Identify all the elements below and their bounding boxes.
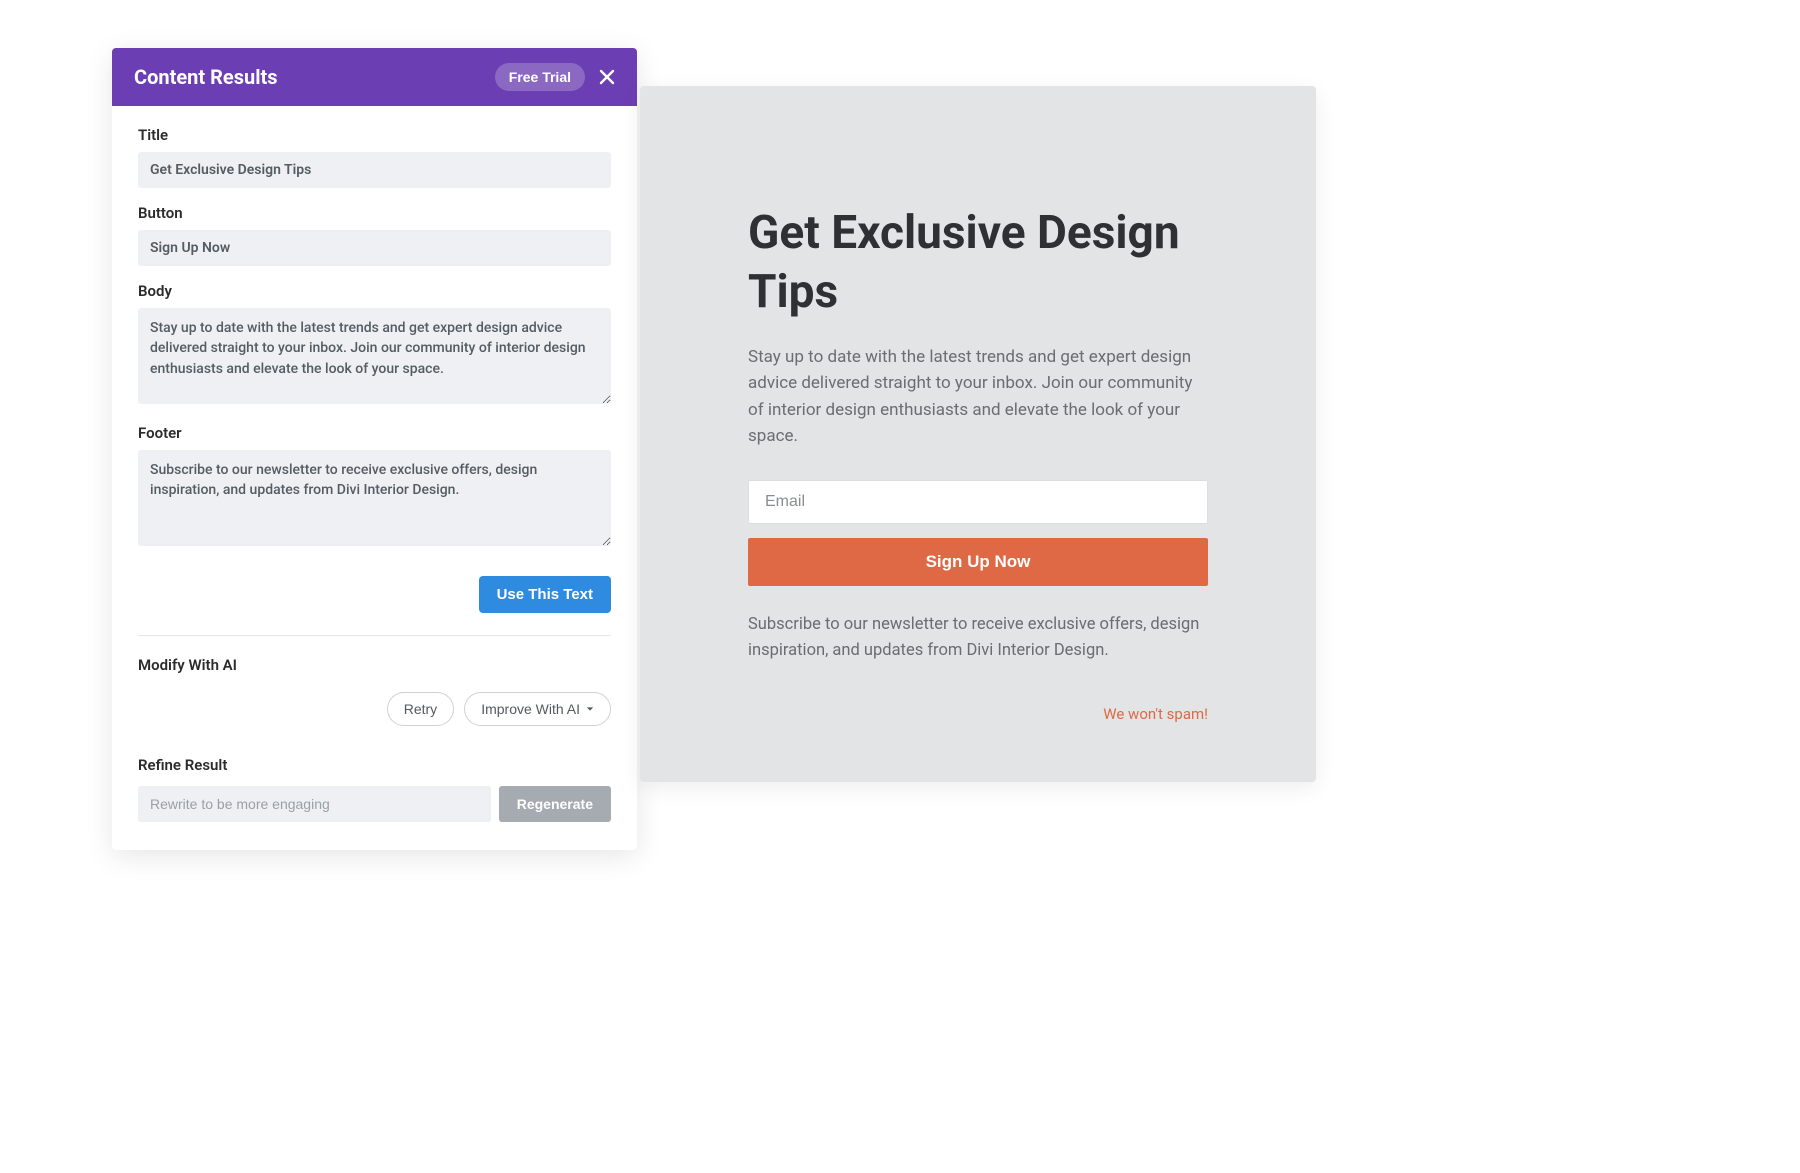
- regenerate-button[interactable]: Regenerate: [499, 786, 611, 822]
- improve-with-ai-button[interactable]: Improve With AI: [464, 692, 611, 726]
- close-icon[interactable]: [599, 69, 615, 85]
- chevron-down-icon: [586, 705, 594, 713]
- title-input[interactable]: [138, 152, 611, 188]
- button-input[interactable]: [138, 230, 611, 266]
- improve-label: Improve With AI: [481, 701, 580, 717]
- body-label: Body: [138, 282, 611, 300]
- preview-body-text: Stay up to date with the latest trends a…: [748, 344, 1208, 450]
- preview-heading: Get Exclusive Design Tips: [748, 204, 1208, 322]
- button-label: Button: [138, 204, 611, 222]
- spam-note: We won't spam!: [748, 705, 1208, 723]
- retry-label: Retry: [404, 701, 437, 717]
- email-field[interactable]: [748, 480, 1208, 524]
- panel-header: Content Results Free Trial: [112, 48, 637, 106]
- refine-input[interactable]: [138, 786, 491, 822]
- use-this-text-button[interactable]: Use This Text: [479, 576, 611, 613]
- preview-footer-text: Subscribe to our newsletter to receive e…: [748, 612, 1208, 663]
- title-label: Title: [138, 126, 611, 144]
- footer-label: Footer: [138, 424, 611, 442]
- footer-textarea[interactable]: Subscribe to our newsletter to receive e…: [138, 450, 611, 546]
- signup-button[interactable]: Sign Up Now: [748, 538, 1208, 586]
- free-trial-button[interactable]: Free Trial: [495, 63, 585, 91]
- preview-pane: Get Exclusive Design Tips Stay up to dat…: [640, 86, 1316, 782]
- modify-with-ai-label: Modify With AI: [138, 656, 611, 674]
- panel-title: Content Results: [134, 65, 278, 89]
- refine-result-label: Refine Result: [138, 756, 611, 774]
- content-results-panel: Content Results Free Trial Title Button: [112, 48, 637, 850]
- retry-button[interactable]: Retry: [387, 692, 454, 726]
- body-textarea[interactable]: Stay up to date with the latest trends a…: [138, 308, 611, 404]
